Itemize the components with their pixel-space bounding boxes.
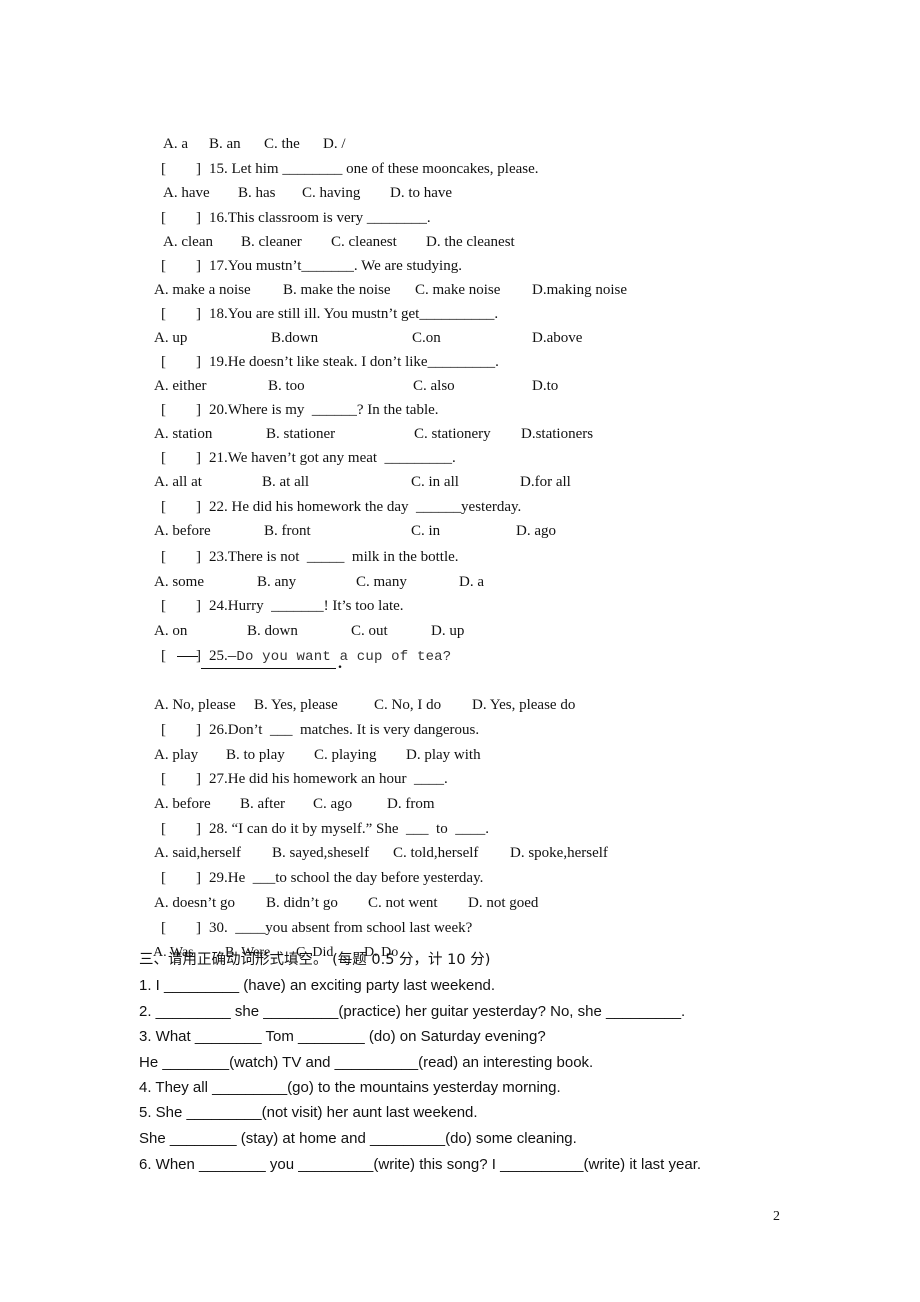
- option: D. not goed: [468, 895, 539, 911]
- page-number: 2: [773, 1209, 780, 1224]
- fill-blank-line[interactable]: He ________(watch) TV and __________(rea…: [139, 1054, 593, 1072]
- option: D. ago: [516, 523, 556, 539]
- option: D.making noise: [532, 282, 627, 298]
- dialogue-dash: [177, 656, 198, 657]
- fill-blank-line[interactable]: 5. She _________(not visit) her aunt las…: [139, 1104, 478, 1122]
- option: D.above: [532, 330, 583, 346]
- fill-blank-line[interactable]: 4. They all _________(go) to the mountai…: [139, 1079, 561, 1097]
- section-3-heading: 三、请用正确动词形式填空。 (每题 0.5 分，计 10 分): [139, 952, 491, 968]
- fill-blank-line[interactable]: She ________ (stay) at home and ________…: [139, 1130, 577, 1148]
- exam-page: A. a B. an C. the D. / [ ] 15. Let him _____…: [0, 0, 920, 1302]
- option: D.to: [532, 378, 559, 394]
- period: .: [338, 655, 342, 672]
- fill-blank-line[interactable]: 1. I _________ (have) an exciting party …: [139, 977, 495, 995]
- answer-blank[interactable]: [201, 668, 336, 669]
- fill-blank-line[interactable]: 2. _________ she _________(practice) her…: [139, 1003, 685, 1021]
- question-number: 25.: [209, 648, 228, 664]
- option: D. Yes, please do: [472, 697, 576, 713]
- fill-blank-line[interactable]: 3. What ________ Tom ________ (do) on Sa…: [139, 1028, 546, 1046]
- option: D. spoke,herself: [510, 845, 608, 861]
- fill-blank-line[interactable]: 6. When ________ you _________(write) th…: [139, 1156, 701, 1174]
- option: D.stationers: [521, 426, 594, 442]
- option: D.for all: [520, 474, 571, 490]
- option: D. a: [459, 574, 484, 590]
